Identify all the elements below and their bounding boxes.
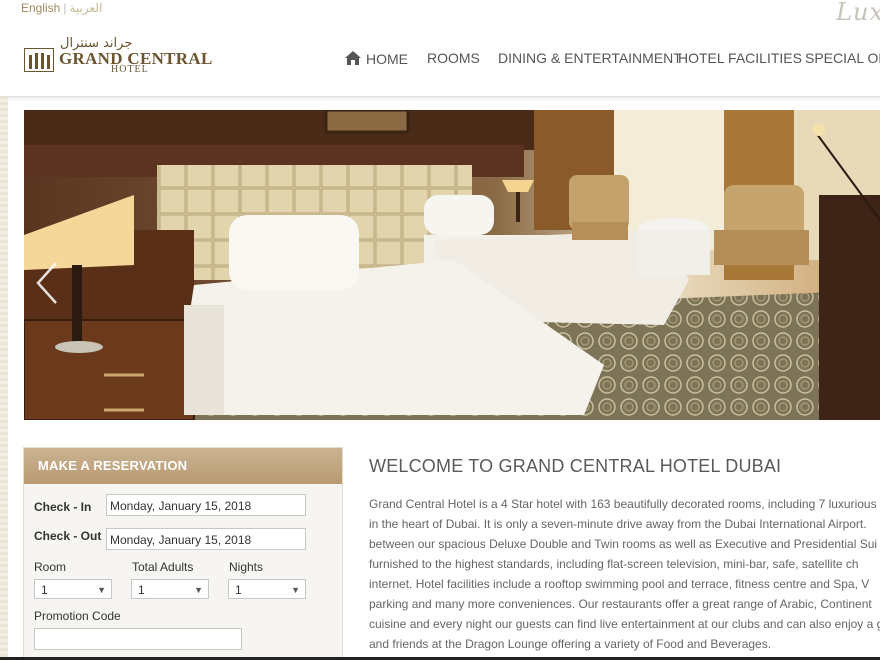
logo-emblem-icon — [24, 48, 54, 72]
nav-item-facilities[interactable]: HOTEL FACILITIES — [678, 50, 802, 66]
nav-item-special-offers[interactable]: SPECIAL OFFE — [805, 50, 880, 66]
caret-down-icon: ▼ — [291, 585, 300, 595]
checkin-label: Check - In — [34, 500, 92, 514]
reservation-panel: MAKE A RESERVATION Check - In Monday, Ja… — [23, 447, 343, 660]
promo-label: Promotion Code — [34, 609, 121, 623]
desc-line: parking and many more conveniences. Our … — [369, 597, 872, 611]
nights-select-value: 1 — [235, 583, 242, 597]
logo-subtitle: HOTEL — [111, 64, 149, 75]
desc-line: internet. Hotel facilities include a roo… — [369, 577, 870, 591]
lang-arabic-link[interactable]: العربية — [69, 1, 102, 15]
nights-select[interactable]: 1 ▼ — [228, 579, 306, 599]
adults-select-value: 1 — [138, 583, 145, 597]
chevron-left-icon[interactable] — [34, 260, 62, 306]
nav-item-home[interactable]: HOME — [344, 50, 408, 67]
room-label: Room — [34, 560, 67, 574]
desc-line: cuisine and every night our guests can f… — [369, 617, 880, 631]
welcome-description: Grand Central Hotel is a 4 Star hotel wi… — [369, 494, 880, 654]
home-icon — [345, 51, 361, 65]
room-select[interactable]: 1 ▼ — [34, 579, 112, 599]
promo-code-input[interactable] — [34, 628, 242, 650]
tagline-partial: Lux — [836, 0, 880, 26]
checkin-date-field[interactable]: Monday, January 15, 2018 — [106, 494, 306, 516]
nav-home-label: HOME — [366, 51, 408, 67]
checkout-date-field[interactable]: Monday, January 15, 2018 — [106, 528, 306, 550]
nights-label: Nights — [229, 560, 264, 574]
nav-item-rooms[interactable]: ROOMS — [427, 50, 480, 66]
caret-down-icon: ▼ — [194, 585, 203, 595]
hotel-logo[interactable]: جراند سنترال GRAND CENTRAL HOTEL — [24, 36, 212, 76]
nav-item-dining[interactable]: DINING & ENTERTAINMENT — [498, 50, 682, 66]
lang-english-link[interactable]: English — [21, 1, 60, 15]
lang-separator: | — [63, 1, 67, 15]
desc-line: between our spacious Deluxe Double and T… — [369, 537, 878, 551]
desc-line: and friends at the Dragon Lounge offerin… — [369, 637, 772, 651]
adults-select[interactable]: 1 ▼ — [131, 579, 209, 599]
header: English | العربية Lux جراند سنترال GRAND C… — [0, 0, 880, 97]
language-switch: English | العربية — [21, 1, 102, 15]
decorative-side-strip — [0, 97, 8, 660]
desc-line: in the heart of Dubai. It is only a seve… — [369, 517, 867, 531]
desc-line: furnished to the highest standards, incl… — [369, 557, 859, 571]
adults-label: Total Adults — [132, 560, 194, 574]
caret-down-icon: ▼ — [97, 585, 106, 595]
welcome-title: WELCOME TO GRAND CENTRAL HOTEL DUBAI — [369, 456, 782, 476]
desc-line: Grand Central Hotel is a 4 Star hotel wi… — [369, 497, 877, 511]
hero-slider[interactable] — [24, 110, 880, 420]
reservation-title: MAKE A RESERVATION — [24, 448, 342, 484]
hotel-room-photo — [24, 110, 880, 420]
checkout-label: Check - Out — [34, 529, 102, 543]
room-select-value: 1 — [41, 583, 48, 597]
